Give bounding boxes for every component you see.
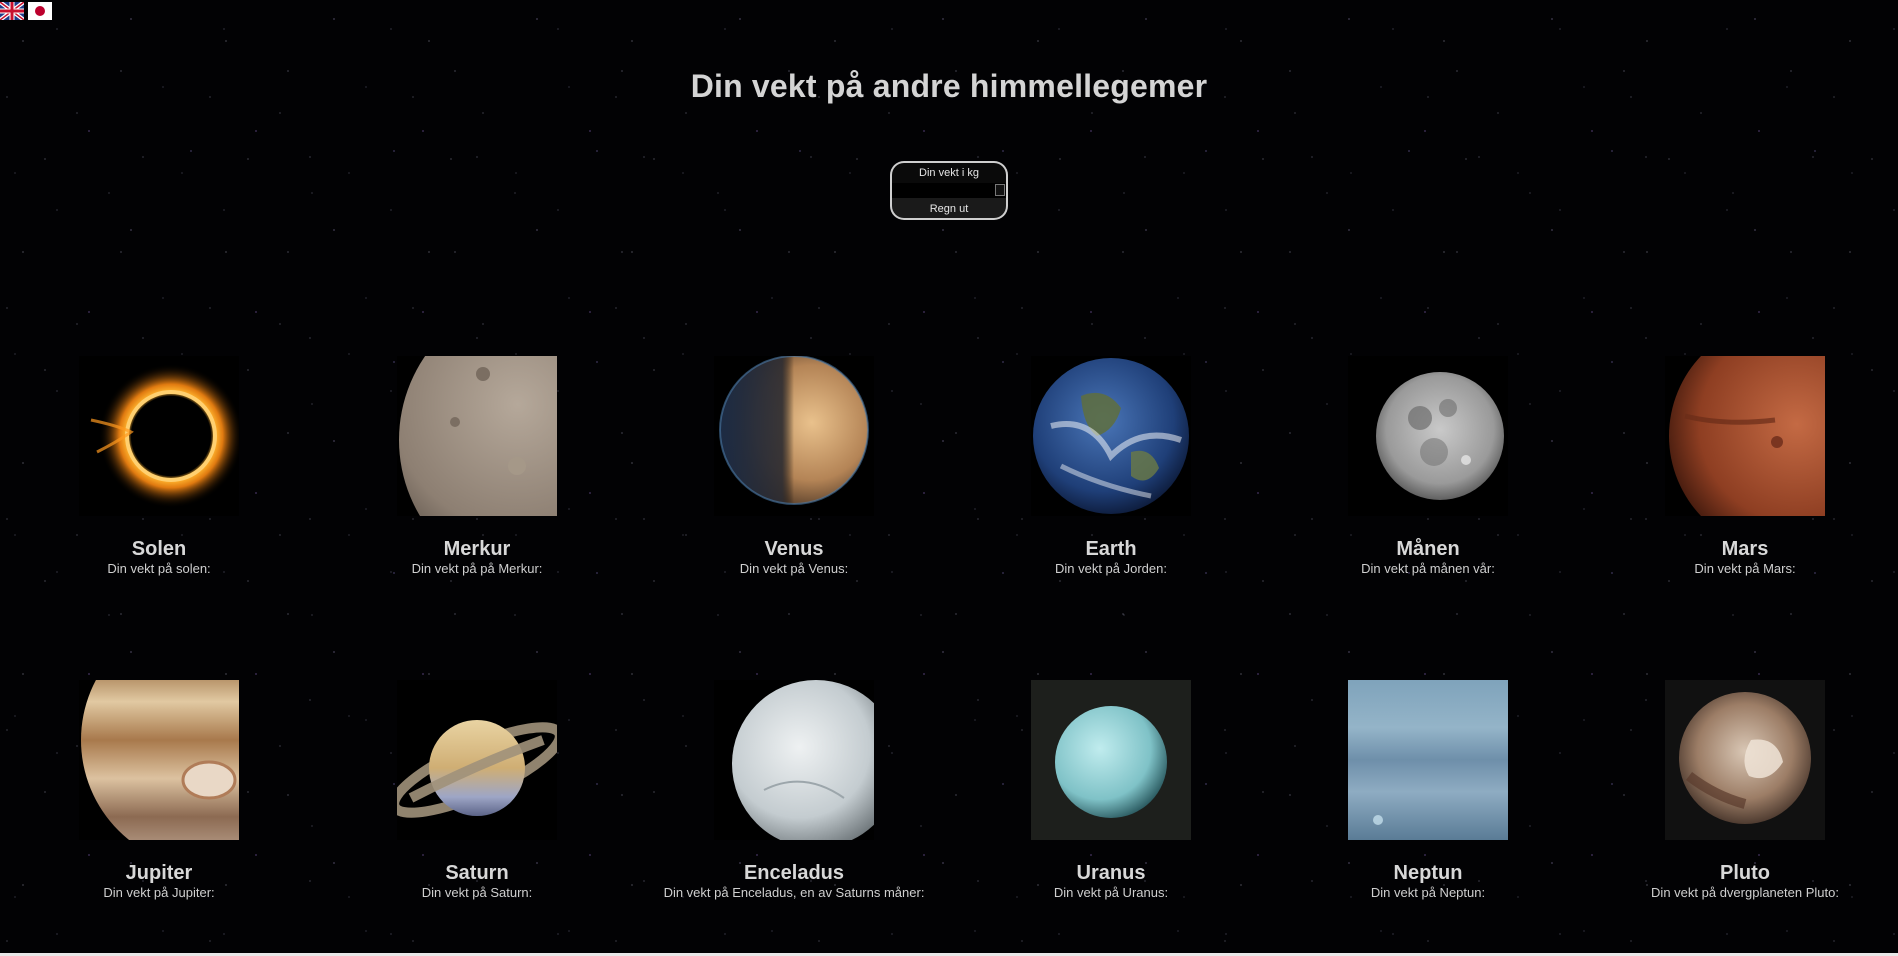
- weight-calculator: Din vekt i kg Regn ut: [890, 161, 1008, 220]
- body-weight-caption: Din vekt på Mars:: [1694, 561, 1796, 576]
- jupiter-icon: [79, 680, 239, 840]
- calculate-button[interactable]: Regn ut: [890, 198, 1008, 220]
- mercury-icon: [397, 356, 557, 516]
- body-card-jupiter: Jupiter Din vekt på Jupiter:: [0, 680, 319, 901]
- body-card-saturn: Saturn Din vekt på Saturn:: [317, 680, 637, 901]
- body-name: Earth: [1085, 538, 1137, 560]
- bodies-grid: Solen Din vekt på solen: Merkur Din vekt…: [0, 0, 1898, 956]
- body-card-moon: Månen Din vekt på månen vår:: [1268, 356, 1588, 577]
- body-name: Pluto: [1720, 862, 1770, 884]
- language-switcher: [0, 2, 52, 20]
- body-name: Månen: [1396, 538, 1460, 560]
- page: Din vekt på andre himmellegemer Din vekt…: [0, 0, 1898, 956]
- body-weight-caption: Din vekt på solen:: [107, 561, 211, 576]
- body-name: Solen: [131, 538, 187, 560]
- body-card-pluto: Pluto Din vekt på dvergplaneten Pluto:: [1585, 680, 1898, 901]
- body-weight-caption: Din vekt på dvergplaneten Pluto:: [1651, 885, 1839, 900]
- saturn-icon: [397, 680, 557, 840]
- japan-flag-icon[interactable]: [28, 2, 52, 20]
- body-card-mercury: Merkur Din vekt på på Merkur:: [317, 356, 637, 577]
- body-name: Neptun: [1393, 862, 1463, 884]
- body-weight-caption: Din vekt på Neptun:: [1370, 885, 1486, 900]
- body-card-mars: Mars Din vekt på Mars:: [1585, 356, 1898, 577]
- body-card-enceladus: Enceladus Din vekt på Enceladus, en av S…: [634, 680, 954, 901]
- body-name: Merkur: [443, 538, 511, 560]
- mars-icon: [1665, 356, 1825, 516]
- body-name: Mars: [1721, 538, 1769, 560]
- body-card-earth: Earth Din vekt på Jorden:: [951, 356, 1271, 577]
- body-card-neptune: Neptun Din vekt på Neptun:: [1268, 680, 1588, 901]
- body-weight-caption: Din vekt på Venus:: [739, 561, 849, 576]
- body-weight-caption: Din vekt på månen vår:: [1361, 561, 1495, 576]
- body-card-venus: Venus Din vekt på Venus:: [634, 356, 954, 577]
- body-name: Venus: [764, 538, 824, 560]
- body-name: Jupiter: [125, 862, 193, 884]
- uk-flag-icon[interactable]: [0, 2, 24, 20]
- uranus-icon: [1031, 680, 1191, 840]
- body-name: Saturn: [445, 862, 509, 884]
- neptune-icon: [1348, 680, 1508, 840]
- enceladus-icon: [714, 680, 874, 840]
- venus-icon: [714, 356, 874, 516]
- weight-input-label: Din vekt i kg: [890, 161, 1008, 183]
- spinner-icon[interactable]: [995, 184, 1005, 196]
- weight-input[interactable]: [892, 183, 1006, 198]
- pluto-icon: [1665, 680, 1825, 840]
- body-weight-caption: Din vekt på Enceladus, en av Saturns mån…: [663, 885, 925, 900]
- weight-input-wrapper: [890, 183, 1008, 198]
- body-weight-caption: Din vekt på Uranus:: [1053, 885, 1169, 900]
- body-card-sun: Solen Din vekt på solen:: [0, 356, 319, 577]
- body-card-uranus: Uranus Din vekt på Uranus:: [951, 680, 1271, 901]
- sun-icon: [79, 356, 239, 516]
- body-name: Enceladus: [743, 862, 845, 884]
- body-weight-caption: Din vekt på Jupiter:: [103, 885, 215, 900]
- body-name: Uranus: [1076, 862, 1146, 884]
- page-title: Din vekt på andre himmellegemer: [690, 68, 1208, 104]
- body-weight-caption: Din vekt på Jorden:: [1054, 561, 1167, 576]
- body-weight-caption: Din vekt på på Merkur:: [411, 561, 543, 576]
- earth-icon: [1031, 356, 1191, 516]
- moon-icon: [1348, 356, 1508, 516]
- body-weight-caption: Din vekt på Saturn:: [421, 885, 533, 900]
